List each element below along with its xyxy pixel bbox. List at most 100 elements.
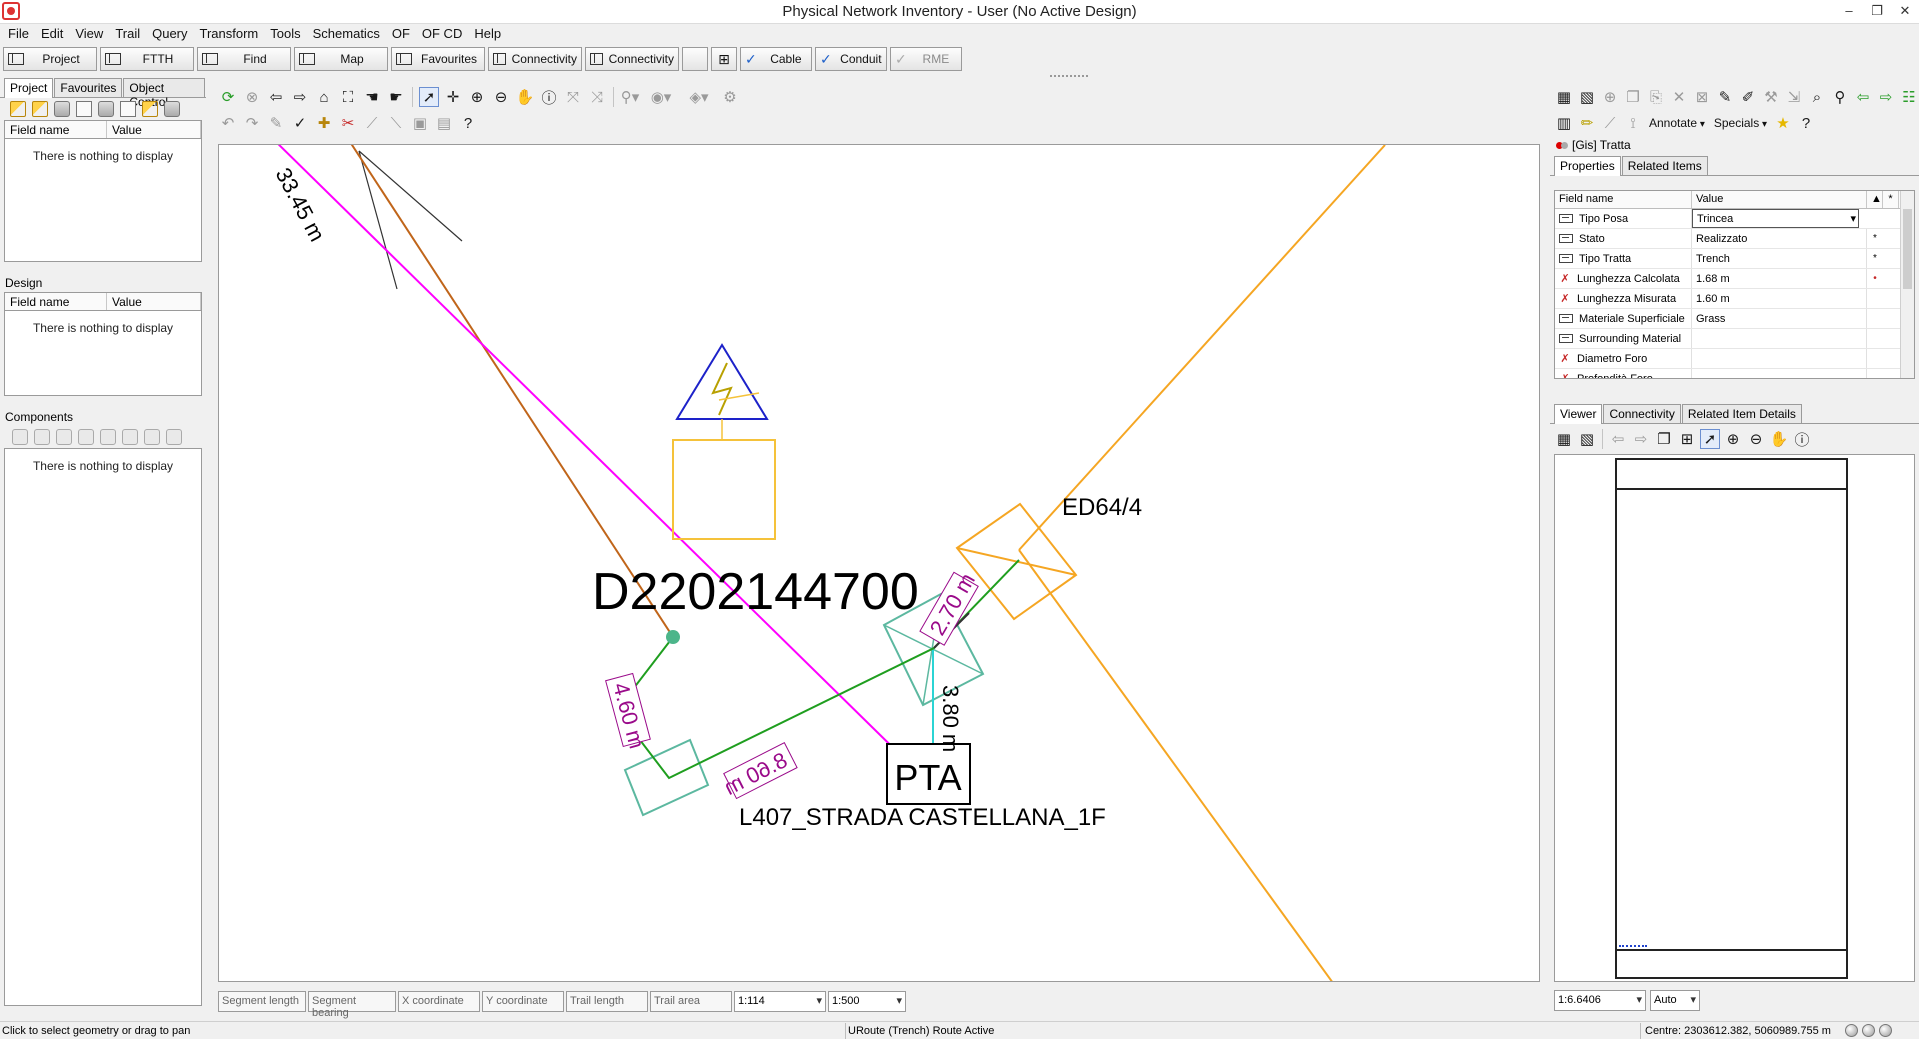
home-icon[interactable]: ⌂ [314,87,334,107]
property-value[interactable] [1692,349,1867,368]
next-icon[interactable]: ⇨ [1876,87,1896,107]
x-coordinate-field[interactable]: X coordinate [398,991,480,1012]
property-value[interactable] [1692,329,1867,348]
draw-icon[interactable]: ⟋ [1600,113,1620,133]
copy-icon[interactable] [98,101,114,117]
copy-object-icon[interactable]: ❐ [1623,87,1643,107]
viewer-tree-icon[interactable]: ⊞ [1677,429,1697,449]
menu-trail[interactable]: Trail [109,24,146,45]
tab-favourites[interactable]: Favourites [54,78,123,97]
menu-schematics[interactable]: Schematics [307,24,386,45]
tab-connectivity[interactable]: Connectivity [1603,404,1681,423]
refresh-icon[interactable]: ⟳ [218,87,238,107]
clear-icon[interactable]: ⊠ [1692,87,1712,107]
property-row[interactable]: Stato Realizzato * [1555,229,1914,249]
tab-project[interactable]: Project [4,78,54,98]
edit-attributes-icon[interactable]: ✎ [1715,87,1735,107]
project-button[interactable]: Project [3,47,97,71]
menu-view[interactable]: View [69,24,109,45]
menu-tools[interactable]: Tools [264,24,306,45]
delete-object-icon[interactable]: ✕ [1669,87,1689,107]
move-icon[interactable]: ⇲ [1784,87,1804,107]
connectivity-button[interactable]: Connectivity [488,47,582,71]
segment-bearing-field[interactable]: Segment bearing [308,991,396,1019]
document-icon[interactable] [120,101,136,117]
folder-export-icon[interactable] [142,101,158,117]
close-button[interactable]: ✕ [1891,0,1919,22]
component-link-icon[interactable] [56,429,72,445]
menu-help[interactable]: Help [468,24,507,45]
open-folder-icon[interactable] [32,101,48,117]
favourites-button[interactable]: Favourites [391,47,485,71]
place-object-icon[interactable]: ✓ [290,113,310,133]
property-value[interactable]: Grass [1692,309,1867,328]
tab-viewer[interactable]: Viewer [1554,404,1603,424]
trace-alt-icon[interactable]: ⤨ [587,87,607,107]
property-row[interactable]: Materiale Superficiale Grass [1555,309,1914,329]
toolbar-gripper[interactable] [1050,75,1088,80]
pan-hand-icon[interactable]: ✋ [515,87,535,107]
y-coordinate-field[interactable]: Y coordinate [482,991,564,1012]
zoom-out-icon[interactable]: ⊖ [491,87,511,107]
component-check-icon[interactable] [78,429,94,445]
binoculars-icon[interactable]: ⌕ [1807,87,1827,107]
chart-icon[interactable]: ▥ [1554,113,1574,133]
viewer-layers-icon[interactable]: ▧ [1577,429,1597,449]
split-icon[interactable]: ⟋ [362,113,382,133]
property-value-select[interactable]: Trincea [1692,209,1859,228]
minimize-button[interactable]: – [1835,0,1863,22]
info-icon[interactable]: ⓘ [539,87,559,107]
component-add-icon[interactable] [12,429,28,445]
menu-of-cd[interactable]: OF CD [416,24,468,45]
join-icon[interactable]: ⟍ [386,113,406,133]
network-icon[interactable]: ⚙ [720,87,740,107]
crosshair-icon[interactable]: ✛ [443,87,463,107]
map-canvas[interactable]: PTA D2202144700 ED64/4 L407_STRADA CASTE… [218,144,1540,982]
schematic-viewer[interactable] [1554,454,1915,982]
trace-icon[interactable]: ⤧ [563,87,583,107]
ftth-button[interactable]: FTTH [100,47,194,71]
conduit-button[interactable]: ✓ Conduit [815,47,887,71]
save-icon[interactable] [76,101,92,117]
property-value[interactable]: 1.60 m [1692,289,1867,308]
previous-icon[interactable]: ⇦ [1853,87,1873,107]
segment-length-field[interactable]: Segment length [218,991,306,1012]
viewer-zoom-out-icon[interactable]: ⊖ [1746,429,1766,449]
delete-feature-icon[interactable]: ✂ [338,113,358,133]
viewer-info-icon[interactable]: ⓘ [1792,429,1812,449]
property-value[interactable]: 1.68 m [1692,269,1867,288]
view-dropdown-icon[interactable]: ◉▾ [644,87,678,107]
pan-left-icon[interactable]: ☚ [362,87,382,107]
edit-geometry-alt-icon[interactable]: ✐ [1738,87,1758,107]
restore-button[interactable]: ❐ [1863,0,1891,22]
pan-right-icon[interactable]: ☛ [386,87,406,107]
viewer-scale-select[interactable]: 1:6.6406 [1554,990,1646,1011]
tab-related-item-details[interactable]: Related Item Details [1681,404,1802,423]
annotate-dropdown[interactable]: Annotate [1646,116,1708,130]
component-group-icon[interactable] [100,429,116,445]
menu-file[interactable]: File [2,24,35,45]
property-row[interactable]: ✗ Diametro Foro [1555,349,1914,369]
menu-of[interactable]: OF [386,24,416,45]
insert-icon[interactable]: ⊕ [1600,87,1620,107]
viewer-refresh-icon[interactable]: ▦ [1554,429,1574,449]
menu-transform[interactable]: Transform [194,24,265,45]
plot-scale-select[interactable]: 1:500 [828,991,906,1012]
map-drawing[interactable]: PTA D2202144700 ED64/4 L407_STRADA CASTE… [219,145,1540,982]
network-globe-button[interactable] [682,47,708,71]
find-button[interactable]: Find [197,47,291,71]
find-related-icon[interactable]: ⚲ [1830,87,1850,107]
viewer-pan-icon[interactable]: ✋ [1769,429,1789,449]
connectivity-button-2[interactable]: Connectivity [585,47,679,71]
help-icon[interactable]: ? [458,113,478,133]
settings-icon[interactable] [164,101,180,117]
tree-button[interactable]: ⊞ [711,47,737,71]
new-project-icon[interactable] [10,101,26,117]
tab-object-control[interactable]: Object Control [123,78,205,109]
magenta-route-line[interactable] [269,145,928,782]
editor-icon[interactable]: ▦ [1554,87,1574,107]
specials-dropdown[interactable]: Specials [1711,116,1770,130]
menu-query[interactable]: Query [146,24,193,45]
property-row[interactable]: Tipo Posa Trincea [1555,209,1914,229]
tab-related-items[interactable]: Related Items [1621,156,1708,175]
